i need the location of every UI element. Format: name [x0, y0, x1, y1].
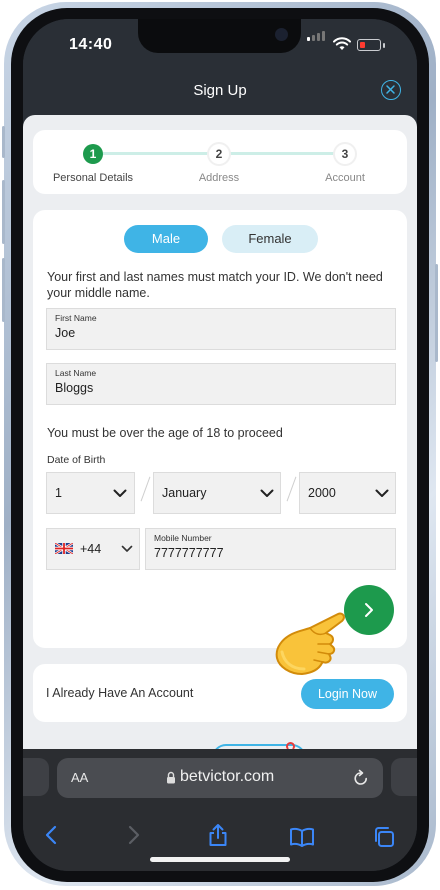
male-button[interactable]: Male	[124, 225, 208, 253]
step-3-indicator: 3	[335, 144, 355, 164]
mobile-number-value: 7777777777	[154, 546, 224, 560]
chevron-down-icon	[375, 489, 389, 497]
volume-up-button	[2, 180, 5, 244]
battery-tip	[383, 43, 385, 48]
next-tab-preview[interactable]	[391, 758, 417, 796]
step-connector	[103, 152, 221, 155]
chevron-down-icon	[260, 489, 274, 497]
progress-stepper: 1 2 3 Personal Details Address Account	[33, 130, 407, 194]
text-size-button[interactable]: AA	[71, 770, 88, 785]
last-name-label: Last Name	[55, 368, 97, 378]
country-code-select[interactable]: +44	[46, 528, 140, 570]
date-separator	[140, 476, 151, 502]
step-3-label: Account	[325, 172, 365, 184]
age-info-text: You must be over the age of 18 to procee…	[47, 426, 283, 440]
signup-content: 1 2 3 Personal Details Address Account M…	[23, 115, 417, 758]
last-name-field[interactable]: Last Name Bloggs	[46, 363, 396, 405]
reload-icon[interactable]	[353, 769, 369, 786]
battery-icon	[357, 39, 381, 51]
close-button[interactable]	[381, 80, 401, 100]
step-2-label: Address	[198, 172, 240, 184]
dob-year-value: 2000	[308, 486, 336, 500]
status-bar: 14:40	[23, 19, 417, 69]
chevron-down-icon	[121, 545, 133, 552]
close-icon	[386, 85, 395, 94]
notch	[138, 19, 301, 53]
home-indicator	[150, 857, 290, 862]
dob-day-value: 1	[55, 486, 62, 500]
screen: 14:40 Sign Up 1 2 3 Personal Details Add…	[23, 19, 417, 871]
country-code-value: +44	[80, 542, 102, 556]
dob-year-select[interactable]: 2000	[299, 472, 396, 514]
url-text: betvictor.com	[180, 768, 275, 785]
previous-tab-preview[interactable]	[23, 758, 49, 796]
first-name-field[interactable]: First Name Joe	[46, 308, 396, 350]
sign-up-header: Sign Up	[23, 69, 417, 115]
forward-icon[interactable]	[127, 825, 141, 845]
date-separator	[286, 476, 297, 502]
back-icon[interactable]	[44, 825, 58, 845]
dob-day-select[interactable]: 1	[46, 472, 135, 514]
safari-toolbar: AA betvictor.com	[23, 749, 417, 871]
bookmarks-icon[interactable]	[289, 827, 315, 847]
chevron-right-icon	[365, 603, 373, 617]
female-button[interactable]: Female	[222, 225, 318, 253]
mobile-number-field[interactable]: Mobile Number 7777777777	[145, 528, 396, 570]
last-name-value: Bloggs	[55, 381, 94, 395]
volume-down-button	[2, 258, 5, 322]
name-info-text: Your first and last names must match you…	[47, 270, 383, 300]
power-button	[435, 264, 438, 362]
first-name-value: Joe	[55, 326, 76, 340]
front-camera	[275, 28, 288, 41]
step-connector	[229, 152, 347, 155]
chevron-down-icon	[113, 489, 127, 497]
status-time: 14:40	[69, 36, 113, 53]
wifi-icon	[333, 37, 351, 50]
lock-icon	[167, 771, 175, 784]
silent-switch	[2, 126, 5, 158]
step-2-indicator: 2	[209, 144, 229, 164]
mobile-number-label: Mobile Number	[154, 533, 212, 543]
tabs-icon[interactable]	[372, 825, 396, 849]
first-name-label: First Name	[55, 313, 97, 323]
page-title: Sign Up	[193, 82, 247, 99]
uk-flag-icon	[55, 543, 73, 554]
pointing-hand-icon	[275, 612, 345, 675]
personal-details-form: Male Female Your first and last names mu…	[33, 210, 407, 648]
dob-month-select[interactable]: January	[153, 472, 281, 514]
dob-month-value: January	[162, 486, 207, 500]
share-icon[interactable]	[207, 823, 229, 847]
step-1-indicator: 1	[83, 144, 103, 164]
address-bar[interactable]: AA betvictor.com	[57, 758, 383, 798]
existing-account-text: I Already Have An Account	[46, 686, 194, 700]
step-1-label: Personal Details	[52, 172, 134, 184]
dob-label: Date of Birth	[47, 454, 106, 466]
